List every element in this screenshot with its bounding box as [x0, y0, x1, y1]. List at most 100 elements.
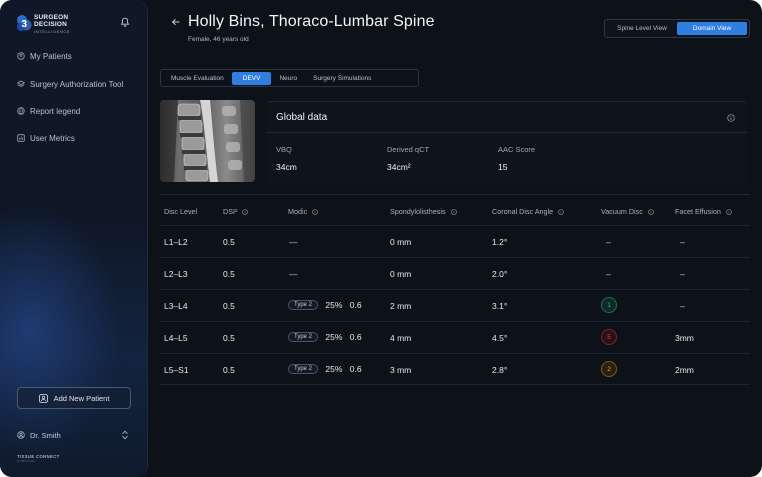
column-header-vacuum-disc: Vacuum Disc: [601, 207, 654, 216]
table-header: Disc Level DSI² Modic Spondylolisthesis …: [160, 194, 750, 225]
back-arrow-icon[interactable]: [171, 17, 181, 27]
metric-value: 15: [498, 162, 508, 172]
vacuum-disc-cell: –: [606, 237, 611, 247]
add-user-icon: [38, 393, 48, 403]
table-row[interactable]: L3–L4 0.5 Type 2 25% 0.6 2 mm 3.1° 1 –: [160, 289, 750, 321]
global-data-card: Global data VBQ 34cm Derived qCT 34cm² A…: [266, 101, 747, 184]
table-row[interactable]: L2–L3 0.5 — 0 mm 2.0° – –: [160, 257, 750, 289]
sidebar-item-report-legend[interactable]: Report legend: [17, 104, 80, 118]
coronal-angle-cell: 2.8°: [492, 365, 508, 375]
modic-cell: Type 2 25% 0.6: [288, 299, 362, 310]
coronal-angle-cell: 3.1°: [492, 301, 508, 311]
metric-aac-score: AAC Score 15: [498, 145, 535, 172]
metric-label: Derived qCT: [387, 145, 430, 154]
dsi-cell: 0.5: [223, 333, 235, 343]
brand-mark-icon: 3: [17, 15, 32, 31]
dsi-cell: 0.5: [223, 269, 235, 279]
tab-neuro[interactable]: Neuro: [271, 72, 305, 85]
column-header-coronal-disc-angle: Coronal Disc Angle: [492, 207, 564, 216]
modic-type-badge: Type 2: [288, 331, 319, 342]
disc-level-cell: L3–L4: [164, 301, 188, 311]
footer-logo-subtext: SURGICAL: [17, 459, 36, 463]
layers-icon: [17, 80, 25, 87]
info-icon[interactable]: [242, 208, 249, 215]
tab-muscle-evaluation[interactable]: Muscle Evaluation: [163, 72, 232, 85]
table-row[interactable]: L5–S1 0.5 Type 2 25% 0.6 3 mm 2.8° 2 2mm: [160, 353, 750, 385]
spondylolisthesis-cell: 2 mm: [390, 301, 412, 311]
table-row[interactable]: L4–L5 0.5 Type 2 25% 0.6 4 mm 4.5° 5 3mm: [160, 321, 750, 353]
view-toggle: Spine Level View Domain View: [604, 19, 750, 38]
modic-value: 0.6: [349, 363, 362, 374]
metric-value: 34cm²: [387, 162, 411, 172]
sidebar-item-label: Report legend: [30, 106, 81, 116]
metric-label: AAC Score: [498, 145, 536, 154]
spine-mri-image[interactable]: [160, 100, 255, 182]
domain-view-button[interactable]: Domain View: [677, 22, 747, 35]
modic-value: 0.6: [349, 299, 362, 310]
bell-icon[interactable]: [120, 17, 130, 27]
user-name: Dr. Smith: [30, 430, 61, 440]
sidebar-item-label: My Patients: [30, 51, 72, 61]
sidebar-item-my-patients[interactable]: My Patients: [17, 49, 72, 63]
modic-empty-cell: —: [289, 269, 298, 279]
info-icon[interactable]: [312, 208, 318, 215]
coronal-angle-cell: 4.5°: [492, 333, 508, 343]
tab-surgery-simulations[interactable]: Surgery Simulations: [305, 72, 379, 85]
main-content: Holly Bins, Thoraco-Lumbar Spine Female,…: [149, 0, 762, 477]
table-row[interactable]: L1–L2 0.5 — 0 mm 1.2° – –: [160, 225, 750, 257]
dsi-cell: 0.5: [223, 237, 235, 247]
brand-line-1: SURGEON: [34, 14, 69, 21]
patient-demographics: Female, 46 years old: [188, 36, 249, 43]
tissue-connect-logo: TISSUE CONNECT SURGICAL: [17, 454, 60, 464]
brand-logo[interactable]: 3 SURGEON DECISION INTELLIGENCE: [14, 12, 124, 36]
column-header-facet-effusion: Facet Effusion: [675, 207, 732, 216]
sidebar-item-user-metrics[interactable]: User Metrics: [17, 131, 75, 145]
chart-icon: [17, 134, 25, 142]
modic-percent: 25%: [325, 331, 343, 342]
column-header-modic: Modic: [288, 207, 318, 216]
vacuum-disc-badge: 1: [601, 297, 617, 313]
sidebar: 3 SURGEON DECISION INTELLIGENCE My Patie…: [0, 0, 148, 477]
spondylolisthesis-cell: 4 mm: [390, 333, 412, 343]
info-icon[interactable]: [450, 208, 457, 215]
coronal-angle-cell: 1.2°: [492, 237, 508, 247]
spine-level-view-button[interactable]: Spine Level View: [607, 22, 677, 35]
disc-level-cell: L4–L5: [164, 333, 188, 343]
user-menu[interactable]: Dr. Smith: [17, 429, 129, 441]
coronal-angle-cell: 2.0°: [492, 269, 508, 279]
info-icon[interactable]: [558, 208, 564, 215]
add-new-patient-button[interactable]: Add New Patient: [17, 387, 131, 409]
add-new-patient-label: Add New Patient: [53, 393, 110, 403]
patients-icon: [17, 52, 25, 60]
facet-effusion-cell: –: [680, 269, 685, 279]
column-header-spondylolisthesis: Spondylolisthesis: [390, 207, 457, 216]
modic-value: 0.6: [349, 331, 362, 342]
sidebar-item-label: Surgery Authorization Tool: [30, 79, 124, 89]
facet-effusion-cell: –: [680, 237, 685, 247]
vacuum-disc-badge: 5: [601, 329, 617, 345]
brand-line-2: DECISION: [34, 21, 68, 28]
modic-percent: 25%: [325, 299, 343, 310]
global-data-title: Global data: [276, 112, 328, 123]
modic-empty-cell: —: [289, 237, 298, 247]
info-icon[interactable]: [726, 208, 732, 215]
tab-devv[interactable]: DEVV: [231, 71, 272, 85]
tab-bar: Muscle Evaluation DEVV Neuro Surgery Sim…: [160, 69, 419, 87]
divider: [266, 132, 747, 133]
metric-derived-qct: Derived qCT 34cm²: [387, 145, 429, 172]
disc-level-cell: L1–L2: [164, 237, 188, 247]
metric-value: 34cm: [276, 162, 297, 172]
info-icon[interactable]: [727, 114, 735, 122]
sidebar-item-surgery-authorization[interactable]: Surgery Authorization Tool: [17, 77, 123, 91]
modic-type-badge: Type 2: [288, 363, 319, 374]
spondylolisthesis-cell: 0 mm: [390, 237, 412, 247]
chevron-up-down-icon[interactable]: [121, 430, 129, 440]
spondylolisthesis-cell: 3 mm: [390, 365, 412, 375]
brand-line-3: INTELLIGENCE: [34, 29, 71, 34]
vacuum-disc-badge: 2: [601, 361, 617, 377]
disc-level-table: Disc Level DSI² Modic Spondylolisthesis …: [160, 194, 750, 385]
page-title: Holly Bins, Thoraco-Lumbar Spine: [188, 13, 435, 30]
user-avatar-icon: [17, 431, 25, 439]
facet-effusion-cell: 3mm: [675, 333, 694, 343]
info-icon[interactable]: [648, 208, 654, 215]
